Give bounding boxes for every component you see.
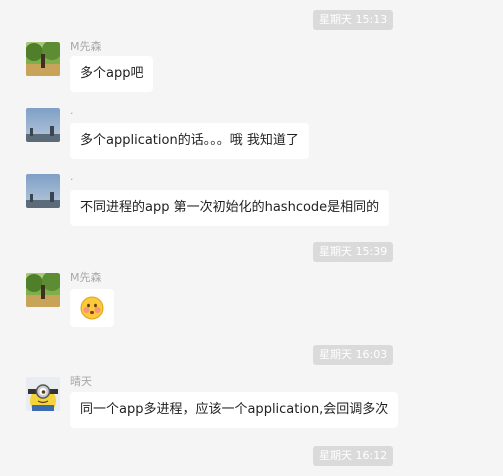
avatar-sky-image — [26, 108, 60, 142]
avatar-dot-user[interactable] — [26, 174, 60, 208]
sender-name: 晴天 — [70, 375, 92, 388]
avatar-dot-user[interactable] — [26, 108, 60, 142]
blushing-face-icon — [80, 296, 104, 320]
message-bubble[interactable]: 不同进程的app 第一次初始化的hashcode是相同的 — [70, 190, 390, 226]
message-bubble[interactable]: 同一个app多进程，应该一个application,会回调多次 — [70, 392, 399, 428]
time-divider: 星期天 16:12 — [313, 446, 394, 466]
time-divider-text: 星期天 16:12 — [319, 449, 388, 462]
sender-name: . — [70, 104, 74, 117]
avatar-minion-image — [26, 377, 60, 411]
message-bubble[interactable]: 多个app吧 — [70, 56, 154, 92]
message-text: 多个app吧 — [80, 66, 144, 81]
time-divider-text: 星期天 15:13 — [319, 13, 388, 26]
avatar-sky-image — [26, 174, 60, 208]
time-divider: 星期天 15:13 — [313, 10, 394, 30]
avatar-landscape-image — [26, 42, 60, 76]
message-text: 多个application的话。。。哦 我知道了 — [80, 133, 299, 148]
time-divider-text: 星期天 15:39 — [319, 245, 388, 258]
time-divider: 星期天 15:39 — [313, 242, 394, 262]
message-text: 同一个app多进程，应该一个application,会回调多次 — [80, 402, 389, 417]
avatar-m-xiansen[interactable] — [26, 42, 60, 76]
sender-name: M先森 — [70, 40, 102, 53]
message-text: 不同进程的app 第一次初始化的hashcode是相同的 — [80, 200, 380, 215]
avatar-landscape-image — [26, 273, 60, 307]
time-divider: 星期天 16:03 — [313, 345, 394, 365]
avatar-m-xiansen[interactable] — [26, 273, 60, 307]
sender-name: . — [70, 170, 74, 183]
sender-name: M先森 — [70, 271, 102, 284]
time-divider-text: 星期天 16:03 — [319, 348, 388, 361]
chat-message-list: 星期天 15:13 M先森 多个app吧 . 多个application的话。。… — [0, 0, 503, 476]
avatar-qingtian[interactable] — [26, 377, 60, 411]
message-bubble[interactable]: 多个application的话。。。哦 我知道了 — [70, 123, 309, 159]
emoji-message-bubble[interactable] — [70, 289, 114, 327]
